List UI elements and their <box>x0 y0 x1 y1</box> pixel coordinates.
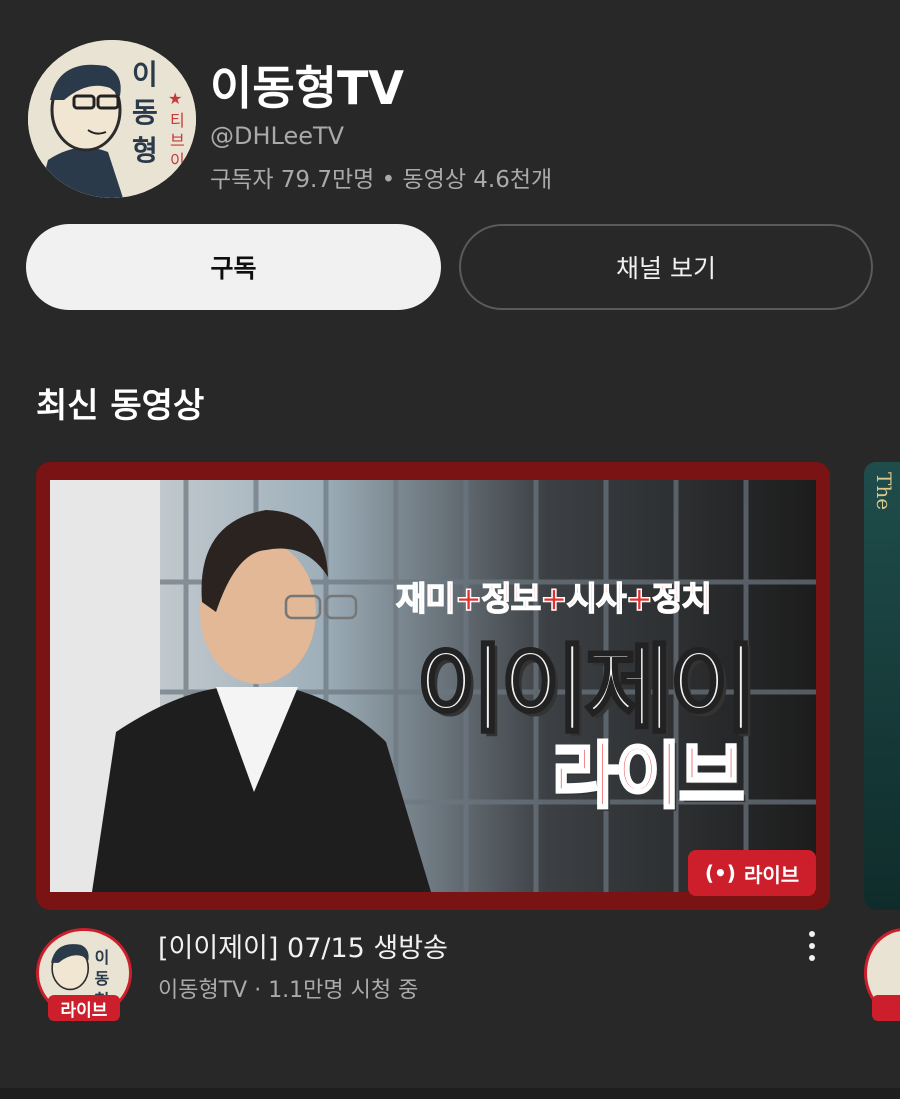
svg-text:동: 동 <box>132 96 158 129</box>
svg-text:이: 이 <box>95 948 110 967</box>
channel-handle: @DHLeeTV <box>210 122 345 150</box>
svg-text:동: 동 <box>95 969 110 988</box>
svg-text:이: 이 <box>132 58 158 91</box>
channel-name: 이동형TV <box>210 61 404 115</box>
video-thumbnail[interactable]: 재미+정보+시사+정치 이이제이 라이브 (•) 라이브 <box>36 462 830 910</box>
caricature-avatar-icon: 이 동 형 ★ 티 브 이 <box>28 40 196 198</box>
video-title[interactable]: [이이제이] 07/15 생방송 <box>158 926 448 965</box>
next-video-thumbnail-text: The <box>872 472 896 511</box>
bottom-navigation-edge <box>0 1088 900 1099</box>
next-avatar-live-badge <box>872 995 900 1021</box>
svg-text:브: 브 <box>170 131 185 150</box>
view-channel-button[interactable]: 채널 보기 <box>459 224 873 310</box>
channel-stats: 구독자 79.7만명 • 동영상 4.6천개 <box>210 167 553 193</box>
video-meta: 이동형TV · 1.1만명 시청 중 <box>158 978 419 1003</box>
svg-text:티: 티 <box>170 111 185 130</box>
section-title: 최신 동영상 <box>36 386 205 426</box>
channel-avatar[interactable]: 이 동 형 ★ 티 브 이 <box>28 40 196 198</box>
subscribe-button[interactable]: 구독 <box>26 224 441 310</box>
thumbnail-subtitle: 라이브 <box>551 733 747 820</box>
live-badge: (•) 라이브 <box>688 850 816 896</box>
more-vert-icon[interactable] <box>800 928 824 964</box>
svg-text:이: 이 <box>170 151 185 170</box>
svg-text:형: 형 <box>132 134 158 167</box>
avatar-live-badge: 라이브 <box>48 995 120 1021</box>
live-broadcast-icon: (•) <box>704 861 736 885</box>
svg-text:★: ★ <box>168 89 182 108</box>
next-video-thumbnail[interactable]: The <box>864 462 900 910</box>
live-badge-label: 라이브 <box>743 862 800 887</box>
thumbnail-text-overlay: 재미+정보+시사+정치 이이제이 라이브 <box>36 462 830 910</box>
